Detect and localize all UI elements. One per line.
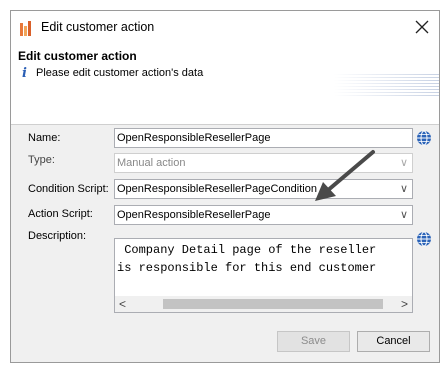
description-line-2: is responsible for this end customer xyxy=(117,261,377,275)
condition-script-label: Condition Script: xyxy=(28,183,109,195)
close-icon[interactable] xyxy=(411,16,433,38)
name-label: Name: xyxy=(28,132,61,144)
dialog-header: Edit customer action i Please edit custo… xyxy=(11,44,439,125)
scroll-left-icon[interactable]: < xyxy=(119,297,126,311)
type-label: Type: xyxy=(28,154,55,166)
chevron-down-icon[interactable]: ∨ xyxy=(400,180,408,198)
header-title: Edit customer action xyxy=(18,49,137,63)
description-text: Company Detail page of the reseller is r… xyxy=(117,241,376,277)
header-decoration xyxy=(334,74,439,98)
description-textarea[interactable]: Company Detail page of the reseller is r… xyxy=(114,238,413,313)
info-icon: i xyxy=(22,66,27,81)
description-label: Description: xyxy=(28,230,87,242)
chevron-down-icon: ∨ xyxy=(399,157,408,169)
action-script-label: Action Script: xyxy=(28,208,93,220)
edit-customer-action-dialog: Edit customer action Edit customer actio… xyxy=(10,10,440,363)
cancel-button[interactable]: Cancel xyxy=(357,331,430,352)
action-script-value: OpenResponsibleResellerPage xyxy=(117,209,271,221)
name-input[interactable]: OpenResponsibleResellerPage xyxy=(114,128,413,148)
save-button[interactable]: Save xyxy=(277,331,350,352)
scrollbar-thumb[interactable] xyxy=(163,299,383,309)
condition-script-value: OpenResponsibleResellerPageCondition xyxy=(117,183,317,195)
chevron-down-icon[interactable]: ∨ xyxy=(400,206,408,224)
horizontal-scrollbar[interactable]: < > xyxy=(115,296,412,312)
type-value: Manual action xyxy=(117,157,186,169)
window-title: Edit customer action xyxy=(41,20,155,34)
description-line-1: Company Detail page of the reseller xyxy=(117,243,377,257)
name-value: OpenResponsibleResellerPage xyxy=(117,132,271,144)
scroll-right-icon[interactable]: > xyxy=(401,297,408,311)
annotation-arrow-icon xyxy=(315,150,375,201)
globe-icon[interactable] xyxy=(416,130,432,146)
globe-icon[interactable] xyxy=(416,231,432,247)
header-subtitle: Please edit customer action's data xyxy=(36,67,204,79)
app-icon xyxy=(20,21,31,36)
title-bar: Edit customer action xyxy=(11,11,439,44)
action-script-select[interactable]: OpenResponsibleResellerPage ∨ xyxy=(114,205,413,225)
